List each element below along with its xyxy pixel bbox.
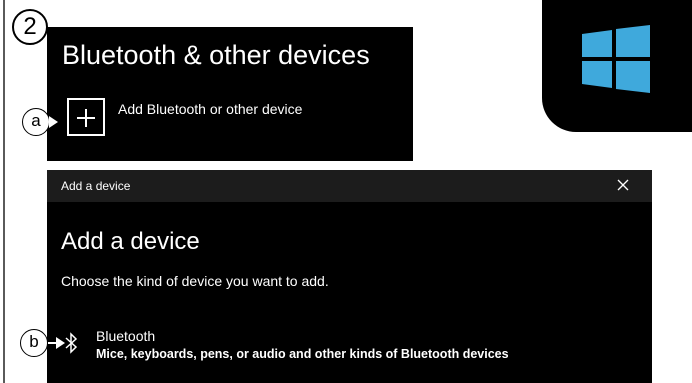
dialog-subtitle: Choose the kind of device you want to ad…: [61, 273, 329, 289]
callout-b-arrow: [56, 337, 65, 349]
callout-a-arrow: [49, 116, 58, 128]
add-device-label[interactable]: Add Bluetooth or other device: [118, 101, 302, 117]
close-icon[interactable]: [616, 178, 630, 192]
windows-logo-icon: [582, 25, 650, 93]
bluetooth-option-description[interactable]: Mice, keyboards, pens, or audio and othe…: [96, 347, 509, 361]
step-number-badge: 2: [12, 9, 48, 45]
callout-b: b: [20, 329, 48, 357]
add-device-button[interactable]: [67, 98, 105, 136]
left-divider-line: [3, 0, 5, 383]
dialog-heading: Add a device: [61, 228, 200, 255]
dialog-window-title: Add a device: [61, 179, 131, 193]
bluetooth-icon[interactable]: [64, 332, 78, 354]
bluetooth-option-label[interactable]: Bluetooth: [96, 328, 155, 344]
callout-a: a: [22, 108, 50, 136]
settings-page-title: Bluetooth & other devices: [62, 40, 370, 70]
